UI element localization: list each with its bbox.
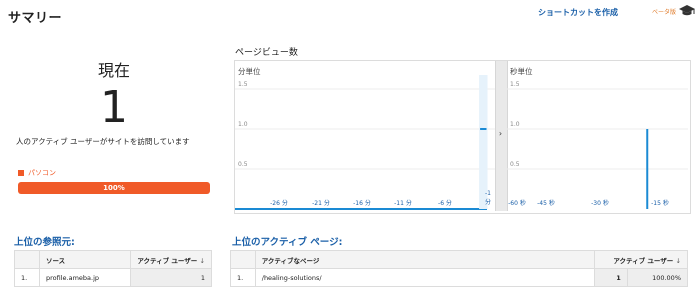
row-index: 1.: [230, 268, 256, 287]
top-referrals-table: ソース アクティブ ユーザー ↓ 1. profile.ameba.jp 1: [14, 250, 212, 287]
y-tick-label: 0.5: [510, 161, 520, 168]
top-referrals-title: 上位の参照元:: [14, 237, 75, 248]
desktop-legend-swatch: [18, 170, 24, 176]
row-active-users: 1: [130, 268, 212, 287]
row-percent: 100.00%: [626, 268, 689, 287]
y-tick-label: 0.5: [238, 161, 248, 168]
table-header-row: ソース アクティブ ユーザー ↓: [14, 250, 212, 269]
sort-down-arrow-icon[interactable]: ↓: [676, 257, 681, 265]
table-row[interactable]: 1. /healing-solutions/ 1 100.00%: [230, 268, 689, 287]
beta-badge: ベータ版: [652, 9, 677, 16]
page-title: サマリー: [8, 11, 63, 26]
graduation-cap-icon[interactable]: [679, 4, 695, 18]
y-tick-label: 1.0: [510, 121, 520, 128]
x-tick-label: -15 秒: [651, 199, 669, 207]
desktop-legend-label: パソコン: [28, 169, 56, 177]
second-chart: 1.5 1.0 0.5 -60 秒 -45 秒 -30 秒 -15 秒: [507, 81, 688, 209]
create-shortcut-link[interactable]: ショートカットを作成: [538, 7, 618, 18]
chevron-right-icon[interactable]: ›: [496, 129, 505, 139]
table-row[interactable]: 1. profile.ameba.jp 1: [14, 268, 212, 287]
x-tick-label: -60 秒: [508, 199, 526, 207]
current-minute-highlight: [479, 75, 488, 209]
active-page-column-header[interactable]: アクティブなページ: [254, 250, 596, 269]
x-tick-label: -45 秒: [537, 199, 555, 207]
active-users-column-header[interactable]: アクティブ ユーザー ↓: [594, 250, 688, 269]
x-tick-label: -21 分: [312, 199, 330, 207]
x-tick-label: -11 分: [394, 199, 412, 207]
x-tick-label: -1: [485, 190, 491, 197]
table-header-row: アクティブなページ アクティブ ユーザー ↓: [230, 250, 688, 269]
row-index: 1.: [14, 268, 40, 287]
source-column-header[interactable]: ソース: [39, 250, 131, 269]
index-header: [14, 250, 40, 269]
index-header: [230, 250, 256, 269]
y-tick-label: 1.5: [238, 81, 248, 88]
active-users-count: 1: [100, 82, 128, 133]
y-tick-label: 1.0: [238, 121, 248, 128]
active-users-header-label: アクティブ ユーザー: [613, 256, 674, 265]
row-active-users: 1: [594, 268, 628, 287]
minute-chart: 1.5 1.0 0.5 -26 分 -21 分 -16 分 -11 分 -6 分 -1分: [235, 75, 495, 210]
now-label: 現在: [97, 61, 130, 80]
y-tick-label: 1.5: [510, 81, 520, 88]
x-tick-label: -6 分: [438, 199, 452, 207]
device-share-bar: 100%: [18, 182, 210, 194]
x-tick-label: -16 分: [353, 199, 371, 207]
top-active-pages-table: アクティブなページ アクティブ ユーザー ↓ 1. /healing-solut…: [230, 250, 689, 287]
sort-down-arrow-icon[interactable]: ↓: [200, 257, 205, 265]
top-active-pages-title: 上位のアクティブ ページ:: [232, 237, 343, 248]
active-users-description: 人のアクティブ ユーザーがサイトを訪問しています: [16, 137, 190, 146]
active-users-column-header[interactable]: アクティブ ユーザー ↓: [130, 250, 212, 269]
x-tick-label: 分: [485, 198, 491, 206]
page-link[interactable]: /healing-solutions/: [254, 268, 596, 287]
x-tick-label: -30 秒: [591, 199, 609, 207]
source-link[interactable]: profile.ameba.jp: [39, 268, 131, 287]
x-tick-label: -26 分: [270, 199, 288, 207]
pageviews-title: ページビュー数: [235, 48, 298, 58]
active-users-header-label: アクティブ ユーザー: [137, 256, 198, 265]
data-bar: [480, 128, 487, 130]
data-bar: [646, 129, 649, 209]
